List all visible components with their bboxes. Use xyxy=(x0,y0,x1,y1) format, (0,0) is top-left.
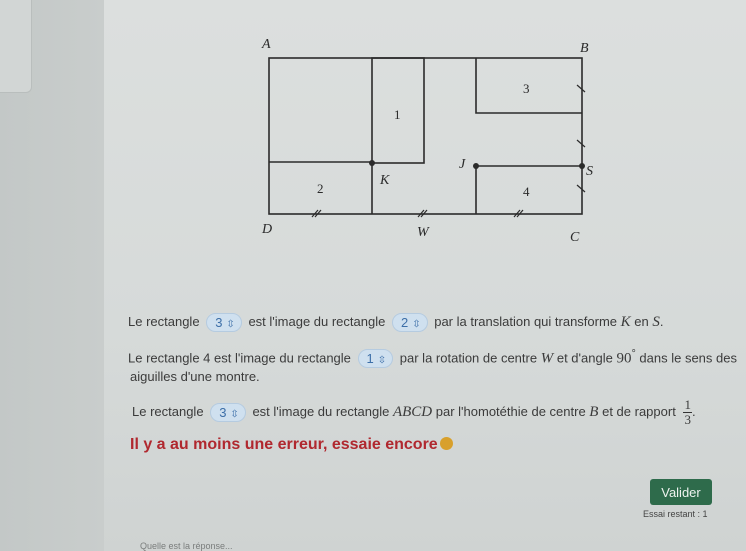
label-S: S xyxy=(586,164,593,179)
chevron-updown-icon: ⇳ xyxy=(230,409,239,420)
left-margin-panel xyxy=(0,0,104,551)
ratio-fraction: 13 xyxy=(683,397,692,427)
chevron-updown-icon: ⇳ xyxy=(377,355,387,367)
tries-remaining: Essai restant : 1 xyxy=(643,509,708,519)
exercise-panel: A B C D K J S W 1 2 3 4 Le rectangle 3 ⇳ … xyxy=(104,0,746,551)
point-S xyxy=(579,163,585,169)
error-feedback: Il y a au moins une erreur, essaie encor… xyxy=(130,436,453,454)
label-rect-4: 4 xyxy=(523,184,530,199)
label-A: A xyxy=(261,37,271,52)
validate-button[interactable]: Valider xyxy=(650,479,712,505)
question-3: Le rectangle 3 ⇳ est l'image du rectangle… xyxy=(132,397,696,427)
label-rect-1: 1 xyxy=(394,107,401,122)
label-C: C xyxy=(570,230,580,245)
label-W: W xyxy=(417,225,430,240)
chevron-updown-icon: ⇳ xyxy=(226,319,235,330)
label-rect-3: 3 xyxy=(523,81,530,96)
next-question-hint: Quelle est la réponse... xyxy=(140,541,233,551)
label-J: J xyxy=(459,157,466,172)
point-K xyxy=(369,160,375,166)
left-collapse-tab[interactable] xyxy=(0,0,32,93)
answer-select-2[interactable]: 2 ⇳ xyxy=(391,313,428,332)
question-2-line2: aiguilles d'une montre. xyxy=(130,369,260,384)
sad-face-icon xyxy=(439,437,453,451)
answer-select-1[interactable]: 3 ⇳ xyxy=(206,313,242,332)
point-J xyxy=(473,163,479,169)
label-K: K xyxy=(379,173,390,188)
question-1: Le rectangle 3 ⇳ est l'image du rectangle… xyxy=(128,313,664,332)
geometry-figure: A B C D K J S W 1 2 3 4 xyxy=(261,37,593,245)
chevron-updown-icon: ⇳ xyxy=(412,319,421,330)
label-B: B xyxy=(580,41,589,56)
label-D: D xyxy=(261,222,272,237)
answer-select-3[interactable]: 1 ⇳ xyxy=(357,349,394,369)
label-rect-2: 2 xyxy=(317,181,324,196)
question-2: Le rectangle 4 est l'image du rectangle … xyxy=(128,348,737,369)
rectangle-ABCD xyxy=(268,57,583,215)
answer-select-4[interactable]: 3 ⇳ xyxy=(210,403,246,422)
